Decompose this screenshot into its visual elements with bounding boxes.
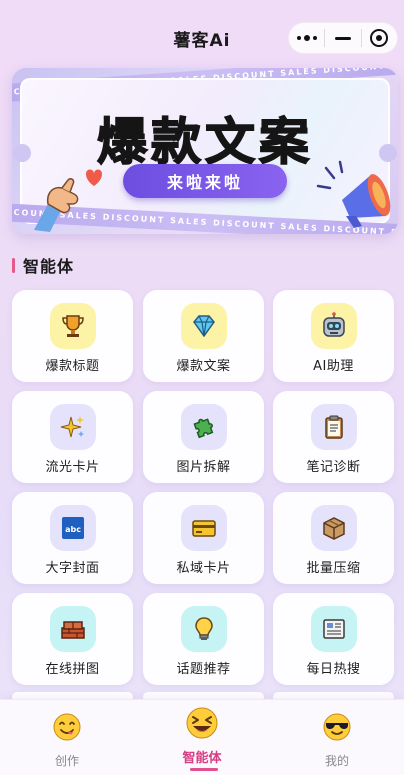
tab-mine[interactable]: 我的 — [270, 700, 404, 775]
promo-banner[interactable]: DISCOUNT SALES DISCOUNT SALES DISCOUNT S… — [12, 68, 398, 234]
megaphone-icon — [316, 160, 391, 228]
icon-box: abc — [50, 505, 96, 551]
active-tab-indicator — [190, 768, 218, 771]
more-button[interactable] — [289, 23, 324, 53]
tool-card-daily-trending[interactable]: 每日热搜 — [273, 593, 394, 685]
tool-card-flow-card[interactable]: 流光卡片 — [12, 391, 133, 483]
tab-label: 我的 — [324, 754, 349, 768]
tool-card-ai-assistant[interactable]: AI助理 — [273, 290, 394, 382]
tool-card-private-card[interactable]: 私域卡片 — [143, 492, 264, 584]
abc-icon: abc — [62, 517, 84, 539]
gem-icon — [193, 315, 215, 338]
icon-box — [181, 606, 227, 652]
finger-heart-hand-icon — [34, 169, 102, 232]
tab-label: 智能体 — [182, 751, 222, 766]
tool-label: 爆款文案 — [176, 359, 231, 374]
tool-card-viral-copy[interactable]: 爆款文案 — [143, 290, 264, 382]
sunglasses-face-icon — [323, 713, 351, 741]
tool-label: 爆款标题 — [45, 359, 100, 374]
newspaper-icon — [323, 619, 345, 639]
tool-label: 批量压缩 — [306, 561, 361, 576]
lightbulb-icon — [195, 617, 213, 640]
grinning-squint-face-icon — [186, 707, 218, 739]
tool-card-online-collage[interactable]: 在线拼图 — [12, 593, 133, 685]
tool-label: 大字封面 — [45, 561, 100, 576]
icon-box — [50, 404, 96, 450]
puzzle-icon — [193, 418, 214, 439]
tab-create[interactable]: 创作 — [0, 700, 134, 775]
icon-box — [50, 606, 96, 652]
tool-card-note-diagnosis[interactable]: 笔记诊断 — [273, 391, 394, 483]
tab-label: 创作 — [54, 754, 79, 768]
mini-program-capsule — [288, 22, 398, 54]
trophy-icon — [62, 315, 84, 337]
credit-card-icon — [192, 520, 216, 537]
icon-box — [311, 606, 357, 652]
target-icon — [370, 29, 389, 47]
package-icon — [323, 517, 345, 540]
icon-box — [181, 404, 227, 450]
section-accent-bar — [12, 257, 15, 273]
robot-icon — [323, 312, 345, 337]
icon-box — [311, 404, 357, 450]
icon-box — [311, 303, 357, 349]
icon-box — [181, 303, 227, 349]
tool-label: 在线拼图 — [45, 662, 100, 677]
icon-box — [50, 303, 96, 349]
icon-box — [181, 505, 227, 551]
tool-card-viral-title[interactable]: 爆款标题 — [12, 290, 133, 382]
tool-label: 图片拆解 — [176, 460, 231, 475]
tool-card-batch-compress[interactable]: 批量压缩 — [273, 492, 394, 584]
tool-label: 笔记诊断 — [306, 460, 361, 475]
tool-label: 私域卡片 — [176, 561, 231, 576]
tool-card-big-text-cover[interactable]: abc 大字封面 — [12, 492, 133, 584]
tool-label: 流光卡片 — [45, 460, 100, 475]
sparkles-icon — [60, 416, 84, 438]
savoring-face-icon — [53, 713, 81, 741]
tool-card-image-breakdown[interactable]: 图片拆解 — [143, 391, 264, 483]
svg-text:abc: abc — [65, 525, 81, 534]
minimize-button[interactable] — [325, 23, 360, 53]
top-bar: 薯客Ai — [0, 0, 404, 70]
section-title: 智能体 — [23, 257, 75, 276]
tool-label: AI助理 — [313, 359, 354, 374]
section-header: 智能体 — [12, 255, 75, 276]
tool-label: 每日热搜 — [306, 662, 361, 677]
icon-box — [311, 505, 357, 551]
more-dots-icon — [296, 35, 317, 41]
tab-agents[interactable]: 智能体 — [135, 700, 269, 775]
bricks-icon — [61, 621, 85, 639]
banner-button[interactable]: 来啦来啦 — [123, 164, 287, 198]
tool-label: 话题推荐 — [176, 662, 231, 677]
tool-card-topic-recommend[interactable]: 话题推荐 — [143, 593, 264, 685]
minus-icon — [334, 36, 351, 40]
clipboard-icon — [325, 415, 343, 439]
bottom-tab-bar: 创作 智能体 我的 — [0, 699, 404, 775]
close-button[interactable] — [362, 23, 397, 53]
